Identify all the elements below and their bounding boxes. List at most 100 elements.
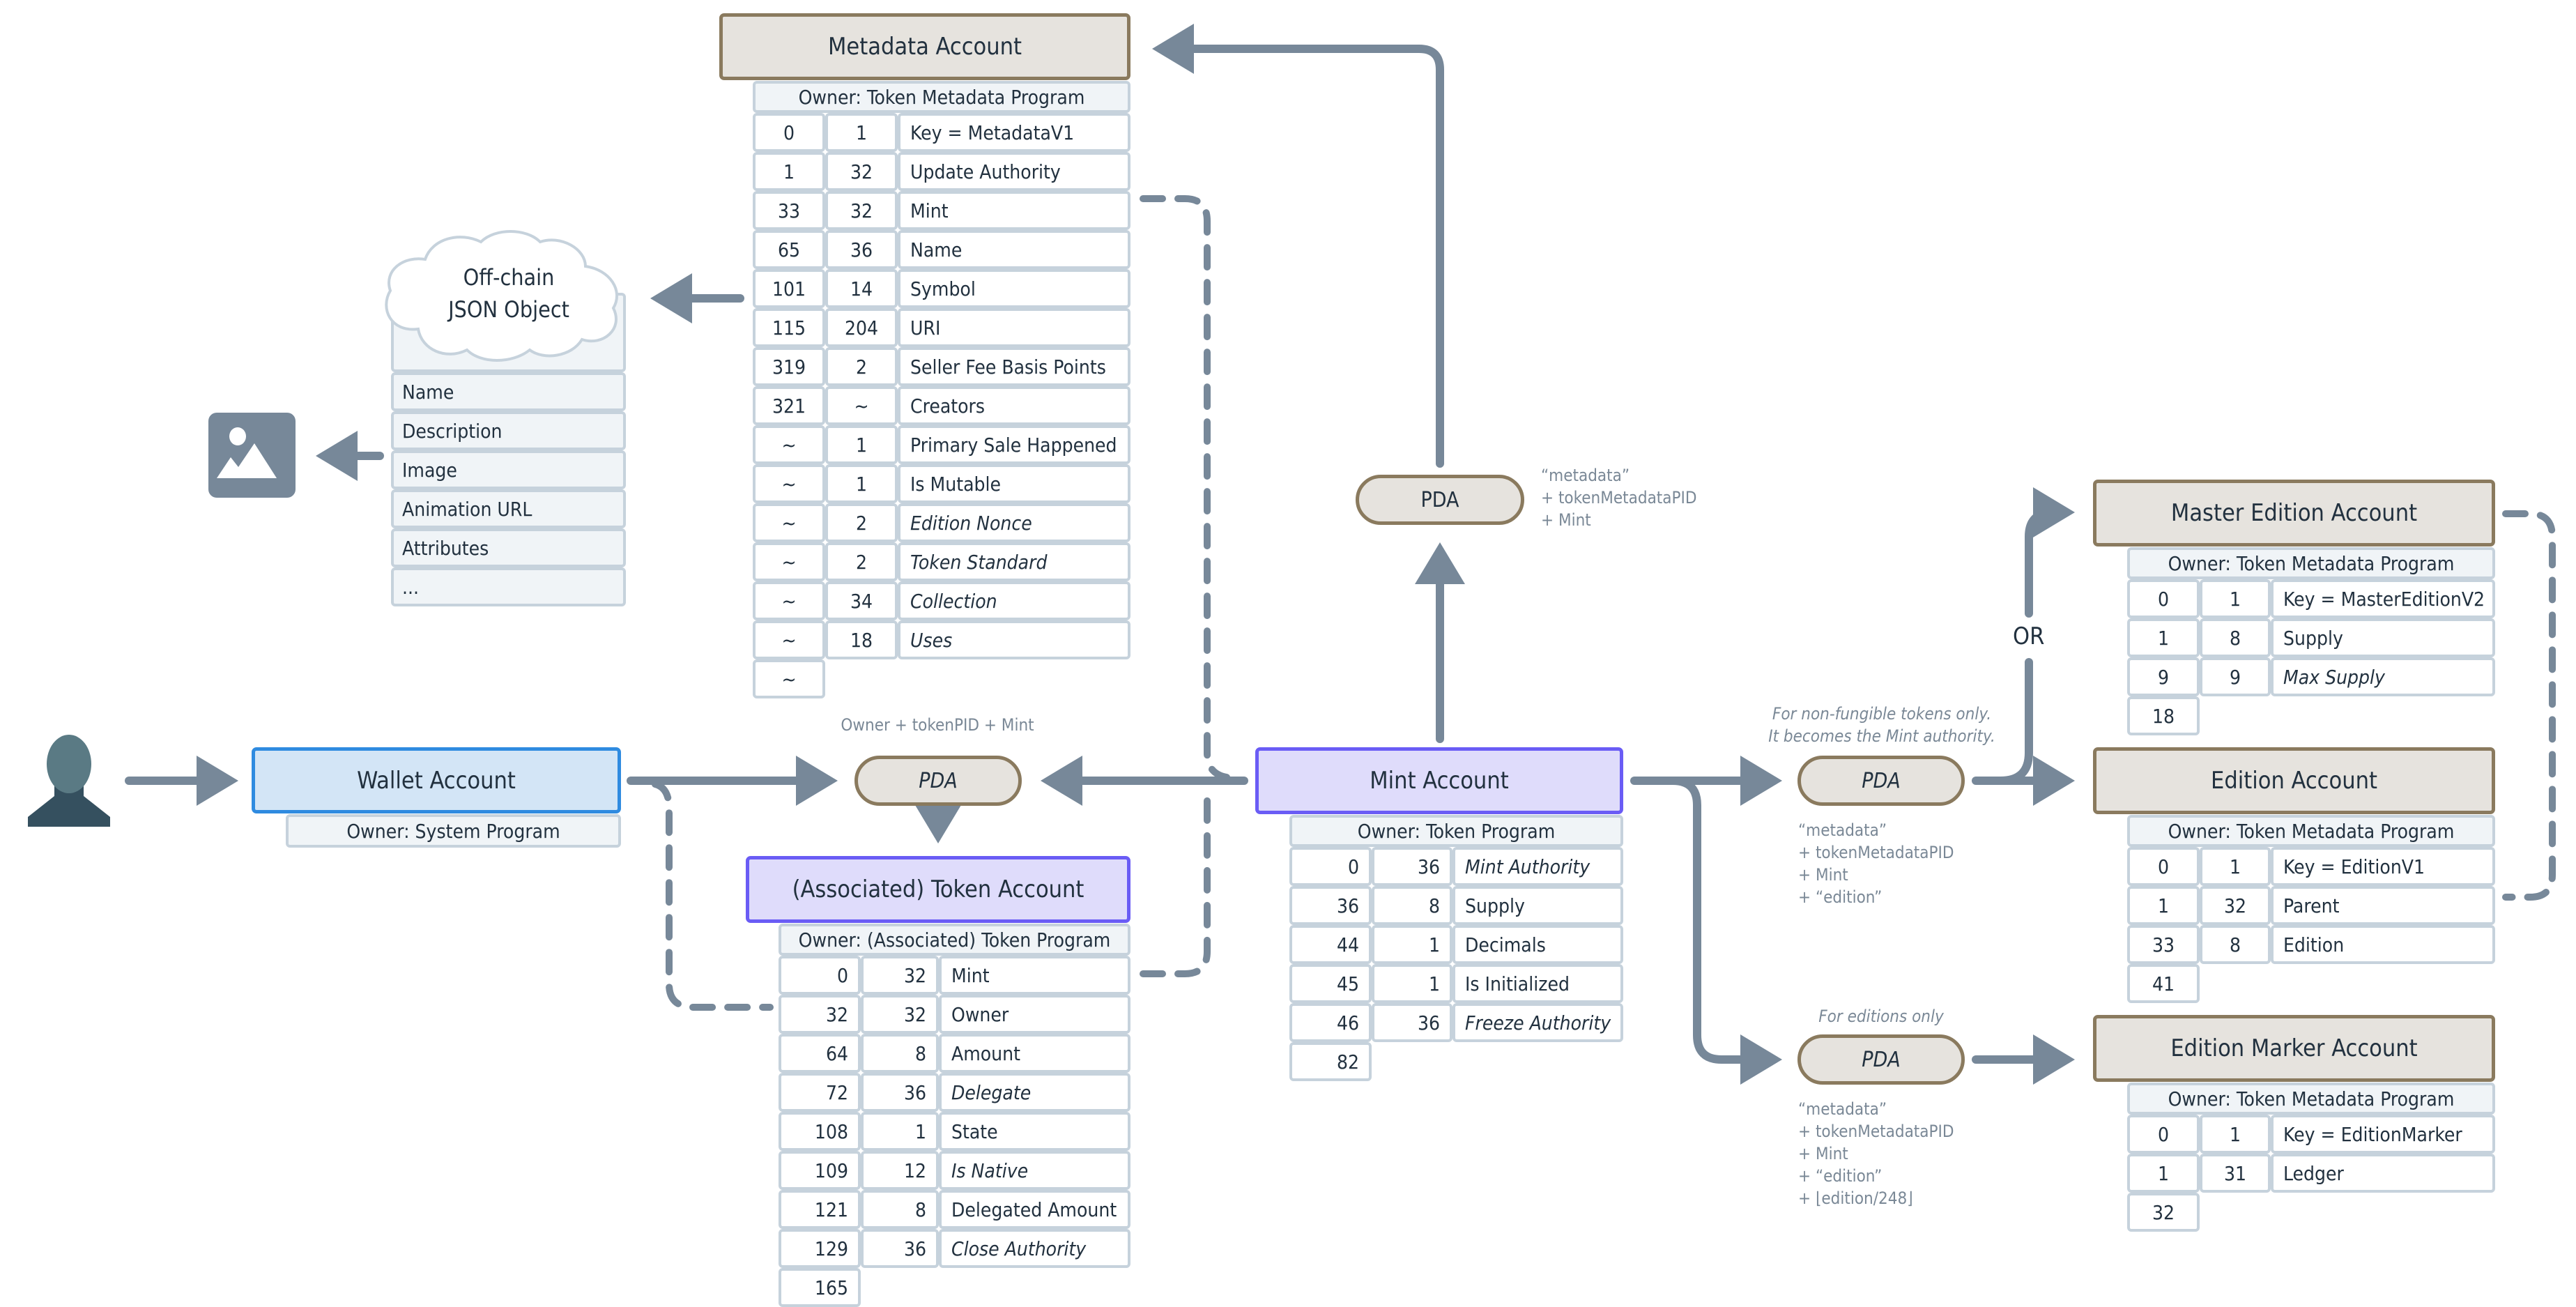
field-size: 1	[2200, 847, 2271, 886]
field-offset: 321	[753, 386, 825, 425]
master-edition-title: Master Edition Account	[2170, 499, 2418, 527]
field-size: 32	[825, 191, 898, 230]
metadata-pda[interactable]: PDA	[1356, 475, 1524, 525]
field-row: 46 36 Freeze Authority	[1289, 1003, 1623, 1042]
field-row: 36 8 Supply	[1289, 886, 1623, 925]
edition-marker-pda[interactable]: PDA	[1797, 1034, 1965, 1085]
field-offset: 319	[753, 347, 825, 386]
field-size: 8	[2200, 618, 2271, 657]
field-row: 1 32 Parent	[2127, 886, 2495, 925]
wallet-account-title: Wallet Account	[357, 766, 516, 795]
dashed-token-mint-to-mint	[1140, 791, 1211, 977]
offchain-json-fields: Name Description Image Animation URL Attribu…	[391, 372, 626, 606]
field-name: Close Authority	[939, 1229, 1130, 1268]
offchain-title-line2: JSON Object	[448, 296, 569, 323]
arrow-mint-to-edition-marker-pda	[1669, 777, 1782, 1085]
pda-label: PDA	[1862, 1047, 1901, 1072]
field-name: Seller Fee Basis Points	[898, 347, 1130, 386]
field-size: 36	[1372, 847, 1452, 886]
edition-account-header[interactable]: Edition Account	[2093, 747, 2495, 814]
master-edition-account-header[interactable]: Master Edition Account	[2093, 480, 2495, 547]
field-name: Supply	[1452, 886, 1623, 925]
arrow-metadata-pda-to-metadata	[1152, 24, 1444, 468]
field-name: Mint	[939, 956, 1130, 995]
metadata-account-title: Metadata Account	[828, 33, 1022, 61]
token-account-header[interactable]: (Associated) Token Account	[746, 856, 1130, 923]
field-name: Edition Nonce	[898, 503, 1130, 542]
field-offset: 109	[779, 1151, 861, 1190]
field-offset: 72	[779, 1073, 861, 1112]
field-name: Primary Sale Happened	[898, 425, 1130, 464]
field-offset: 129	[779, 1229, 861, 1268]
field-name: Delegate	[939, 1073, 1130, 1112]
field-row: ~2 Token Standard	[753, 542, 1130, 581]
field-size: 1	[2200, 579, 2271, 618]
field-row: 0 36 Mint Authority	[1289, 847, 1623, 886]
token-account-fields: 0 32 Mint 32 32 Owner 64 8 Amount 72 36 Delegate 108…	[779, 956, 1130, 1307]
mint-account-fields: 0 36 Mint Authority 36 8 Supply 44 1 Decimals 45 1…	[1289, 847, 1623, 1081]
edition-account-title: Edition Account	[2211, 767, 2377, 795]
field-offset: 0	[1289, 847, 1372, 886]
edition-marker-account-header[interactable]: Edition Marker Account	[2093, 1015, 2495, 1082]
master-edition-owner: Owner: Token Metadata Program	[2127, 547, 2495, 579]
json-field: Animation URL	[391, 489, 626, 528]
owner-label: Owner: Token Metadata Program	[2168, 1087, 2455, 1110]
user	[23, 735, 115, 827]
field-offset: 108	[779, 1112, 861, 1151]
field-name: Token Standard	[898, 542, 1130, 581]
field-offset: 33	[753, 191, 825, 230]
field-size: ~	[825, 386, 898, 425]
field-offset: 0	[2127, 579, 2200, 618]
metadata-account-header[interactable]: Metadata Account	[719, 13, 1130, 80]
field-row: 0 1 Key = MasterEditionV2	[2127, 579, 2495, 618]
mint-account-header[interactable]: Mint Account	[1255, 747, 1623, 814]
json-field: Attributes	[391, 528, 626, 567]
field-name: Is Initialized	[1452, 964, 1623, 1003]
owner-label: Owner: System Program	[346, 819, 560, 843]
field-row: 1 31 Ledger	[2127, 1154, 2495, 1193]
field-offset: ~	[753, 542, 825, 581]
field-row: 121 8 Delegated Amount	[779, 1190, 1130, 1229]
field-row: 319 2 Seller Fee Basis Points	[753, 347, 1130, 386]
field-row: ~1 Primary Sale Happened	[753, 425, 1130, 464]
field-name: Key = MasterEditionV2	[2271, 579, 2495, 618]
field-name: Owner	[939, 995, 1130, 1034]
field-name: Name	[898, 230, 1130, 269]
offchain-json-title: Off-chain JSON Object	[390, 261, 627, 326]
field-name: Uses	[898, 620, 1130, 659]
field-size: 8	[1372, 886, 1452, 925]
field-size: 2	[825, 542, 898, 581]
token-pda[interactable]: PDA	[854, 756, 1022, 806]
field-row: ~2 Edition Nonce	[753, 503, 1130, 542]
account-total-size: ~	[753, 659, 825, 698]
field-offset: 1	[2127, 886, 2200, 925]
field-offset: 33	[2127, 925, 2200, 964]
field-name: Parent	[2271, 886, 2495, 925]
field-offset: 115	[753, 308, 825, 347]
field-size: 12	[861, 1151, 939, 1190]
field-row: ~1 Is Mutable	[753, 464, 1130, 503]
image-asset	[208, 413, 296, 498]
field-row: 0 1 Key = EditionV1	[2127, 847, 2495, 886]
field-name: Key = EditionV1	[2271, 847, 2495, 886]
wallet-account-header[interactable]: Wallet Account	[252, 747, 621, 813]
field-row: 1 8 Supply	[2127, 618, 2495, 657]
field-name: URI	[898, 308, 1130, 347]
field-row: ~18 Uses	[753, 620, 1130, 659]
field-offset: 65	[753, 230, 825, 269]
field-size: 32	[825, 152, 898, 191]
field-offset: 0	[779, 956, 861, 995]
field-row: 9 9 Max Supply	[2127, 657, 2495, 696]
field-name: Creators	[898, 386, 1130, 425]
field-row: 33 32 Mint	[753, 191, 1130, 230]
field-offset: 1	[2127, 618, 2200, 657]
field-offset: 1	[2127, 1154, 2200, 1193]
field-offset: 101	[753, 269, 825, 308]
account-total-size: 18	[2127, 696, 2200, 735]
edition-pda-note: For non-fungible tokens only. It becomes…	[1768, 704, 1995, 746]
field-size: 36	[861, 1073, 939, 1112]
mint-account-title: Mint Account	[1370, 767, 1509, 795]
account-total-size: 41	[2127, 964, 2200, 1003]
field-row: 108 1 State	[779, 1112, 1130, 1151]
edition-pda[interactable]: PDA	[1797, 756, 1965, 806]
